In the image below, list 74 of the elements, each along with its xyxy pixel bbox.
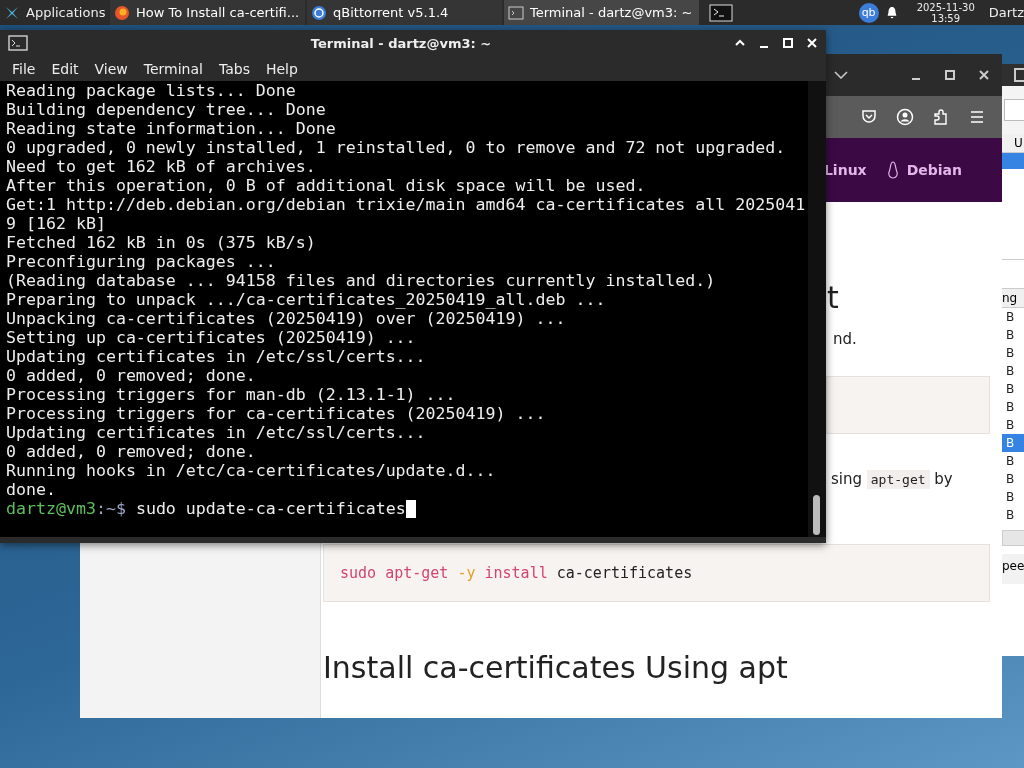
terminal-line: After this operation, 0 B of additional disk space will be used. [6,176,647,195]
menu-item[interactable]: Terminal [135,60,211,77]
qb-icon [311,4,327,21]
terminal-line: Processing triggers for man-db (2.13.1-1) ... [6,385,457,404]
table-row[interactable]: B [1002,434,1024,452]
text-cursor [405,499,416,518]
globe-icon [114,4,130,21]
menu-item[interactable]: View [86,60,136,77]
close-icon[interactable] [978,69,990,81]
terminal-line: Preconfiguring packages ... [6,252,277,271]
text-fragment: nd. [833,330,858,348]
code-block: sudo apt-get -y install ca-certificates [323,544,990,602]
terminal-line: Fetched 162 kB in 0s (375 kB/s) [6,233,317,252]
status-label: pee [1002,554,1024,584]
puzzle-icon[interactable] [932,108,950,126]
terminal-icon [508,4,524,21]
pocket-icon[interactable] [860,108,878,126]
text-fragment: sing apt-get by [831,470,954,488]
table-row[interactable]: B [1002,398,1024,416]
terminal-line: Unpacking ca-certificates (20250419) over (20250419) ... [6,309,567,328]
taskbar-task[interactable]: qBittorrent v5.1.4 [307,0,502,25]
table-row[interactable]: B [1002,344,1024,362]
scrollbar-thumb[interactable] [813,495,820,535]
menu-item[interactable]: File [4,60,44,77]
terminal-line: Reading state information... Done [6,119,337,138]
table-row[interactable]: B [1002,488,1024,506]
prompt-line: dartz@vm3:~$ sudo update-ca-certificates [6,499,406,518]
terminal-line: Preparing to unpack .../ca-certificates_20250419_all.deb ... [6,290,607,309]
terminal-line: done. [6,480,57,499]
table-row[interactable]: B [1002,326,1024,344]
terminal-line: 0 upgraded, 0 newly installed, 1 reinstalled, 0 to remove and 72 not upgraded. [6,138,787,157]
table-row[interactable]: B [1002,470,1024,488]
terminal-icon [709,3,733,22]
terminal-icon [8,35,28,51]
table-row[interactable]: B [1002,380,1024,398]
column-header[interactable]: ng [1002,288,1024,308]
account-icon[interactable] [896,108,914,126]
qbittorrent-tray-icon[interactable]: qb [858,2,879,23]
terminal-line: Reading package lists... Done [6,81,297,100]
menu-icon[interactable] [968,108,986,126]
table-row[interactable]: B [1002,416,1024,434]
maximize-icon[interactable] [1014,68,1024,82]
terminal-line: Get:1 http://deb.debian.org/debian trixie/main amd64 ca-certificates all 2025041 [6,195,807,214]
user-menu[interactable]: Dartz [988,5,1024,20]
section-heading: Install ca-certificates Using apt [323,650,789,686]
terminal-line: Updating certificates in /etc/ssl/certs... [6,423,427,442]
applications-menu[interactable]: Applications [0,0,110,25]
menu-item[interactable]: Edit [43,60,87,77]
terminal-line: Setting up ca-certificates (20250419) ... [6,328,417,347]
terminal-line: Need to get 162 kB of archives. [6,157,317,176]
terminal-line: Updating certificates in /etc/ssl/certs... [6,347,427,366]
applications-icon [4,4,20,21]
terminal-line: (Reading database ... 94158 files and directories currently installed.) [6,271,717,290]
table-row[interactable]: B [1002,362,1024,380]
terminal-line: 0 added, 0 removed; done. [6,442,257,461]
terminal-line: 0 added, 0 removed; done. [6,366,257,385]
terminal-line: 9 [162 kB] [6,214,107,233]
terminal-line: Building dependency tree... Done [6,100,327,119]
maximize-icon[interactable] [944,69,956,81]
terminal-line: Processing triggers for ca-certificates (20250419) ... [6,404,547,423]
clock[interactable]: 2025-11-30 13:59 [916,1,975,24]
taskbar-task[interactable]: How To Install ca-certifi... [110,0,305,25]
column-header[interactable]: U [1002,134,1024,153]
table-row[interactable]: B [1002,506,1024,524]
taskbar-task[interactable]: Terminal - dartz@vm3: ~ [504,0,699,25]
menu-item[interactable]: Help [257,60,306,77]
table-row[interactable]: B [1002,308,1024,326]
terminal-line: Running hooks in /etc/ca-certificates/update.d... [6,461,497,480]
nav-link[interactable]: Debian [906,162,962,178]
heading-fragment: t [827,279,840,317]
chevron-down-icon[interactable] [834,71,848,79]
window-title: Terminal - dartz@vm3: ~ [309,35,493,51]
table-row[interactable]: B [1002,452,1024,470]
menu-item[interactable]: Tabs [210,60,258,77]
